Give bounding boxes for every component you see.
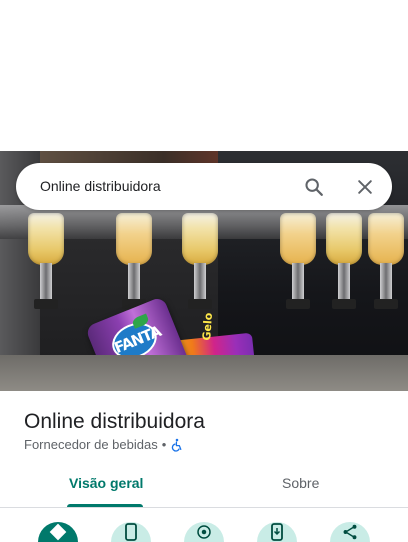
floor-decor [0,355,408,391]
tab-bar: Visão geral Sobre [0,466,408,508]
search-icon[interactable] [301,174,327,200]
separator: • [161,437,167,452]
search-input[interactable]: Online distribuidora [40,178,161,194]
tab-about[interactable]: Sobre [282,475,319,491]
share-button[interactable] [330,522,370,542]
wheelchair-icon [170,438,184,452]
place-title: Online distribuidora [24,410,205,433]
location-icon [195,524,213,542]
action-row [0,520,408,542]
location-button[interactable] [184,522,224,542]
place-page: Gelo FANTA Online distribuidora Online d… [0,0,408,542]
active-tab-indicator [67,504,143,507]
call-button[interactable] [111,522,151,542]
directions-icon [48,523,68,542]
share-icon [341,524,359,542]
pack-label: Gelo [200,312,216,341]
close-icon[interactable] [352,174,378,200]
place-subtitle: Fornecedor de bebidas • [24,437,184,452]
tab-overview[interactable]: Visão geral [69,475,143,491]
directions-button[interactable] [38,522,78,542]
search-bar[interactable]: Online distribuidora [16,163,392,210]
place-category: Fornecedor de bebidas [24,437,158,452]
send-to-phone-button[interactable] [257,522,297,542]
phone-icon [124,522,138,542]
save-to-phone-icon [270,522,284,542]
